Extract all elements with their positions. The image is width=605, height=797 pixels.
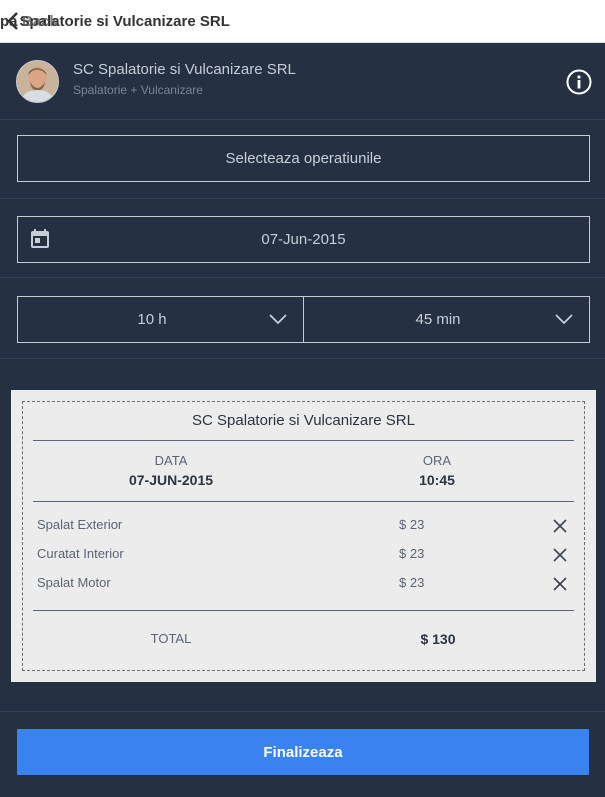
divider — [33, 501, 574, 502]
date-header: DATA — [154, 453, 188, 468]
close-icon[interactable] — [553, 577, 567, 591]
receipt-date: 07-JUN-2015 — [128, 472, 214, 488]
minute-select[interactable]: 45 min — [303, 297, 589, 342]
item-price: $ 23 — [399, 575, 425, 590]
divider — [0, 711, 605, 712]
select-operations-button[interactable]: Selecteaza operatiunile — [17, 135, 590, 182]
date-section: 07-Jun-2015 — [0, 199, 605, 278]
chevron-left-icon[interactable] — [5, 12, 21, 30]
total-label: TOTAL — [150, 631, 192, 646]
total-value: $ 130 — [420, 631, 456, 647]
minute-value: 45 min — [415, 311, 461, 328]
calendar-icon — [31, 229, 49, 248]
chevron-down-icon — [555, 314, 573, 325]
divider — [33, 440, 574, 441]
time-section: 10 h 45 min — [0, 278, 605, 359]
hour-select[interactable]: 10 h — [18, 297, 303, 342]
back-button[interactable]: Back — [22, 13, 58, 30]
close-icon[interactable] — [553, 519, 567, 533]
booking-screen: SC Spalatorie si Vulcanizare SRL Spalato… — [0, 43, 605, 797]
receipt: SC Spalatorie si Vulcanizare SRL DATA 07… — [22, 401, 585, 671]
business-category: Spalatorie + Vulcanizare — [73, 83, 203, 97]
avatar — [16, 60, 59, 103]
list-item: Spalat Motor $ 23 — [23, 573, 584, 597]
time-header: ORA — [422, 453, 452, 468]
info-icon[interactable] — [566, 69, 592, 95]
receipt-card: SC Spalatorie si Vulcanizare SRL DATA 07… — [11, 390, 596, 682]
item-name: Spalat Exterior — [37, 517, 123, 532]
close-icon[interactable] — [553, 548, 567, 562]
business-header: SC Spalatorie si Vulcanizare SRL Spalato… — [0, 43, 605, 120]
finalize-button[interactable]: Finalizeaza — [17, 729, 589, 775]
business-name: SC Spalatorie si Vulcanizare SRL — [73, 61, 296, 78]
item-name: Spalat Motor — [37, 575, 111, 590]
item-price: $ 23 — [399, 546, 425, 561]
avatar-photo — [17, 61, 58, 102]
list-item: Curatat Interior $ 23 — [23, 544, 584, 568]
date-value: 07-Jun-2015 — [261, 231, 346, 248]
operations-section: Selecteaza operatiunile — [0, 120, 605, 199]
select-operations-label: Selecteaza operatiunile — [225, 150, 382, 167]
divider — [33, 610, 574, 611]
item-name: Curatat Interior — [37, 546, 124, 561]
list-item: Spalat Exterior $ 23 — [23, 515, 584, 539]
chevron-down-icon — [269, 314, 287, 325]
time-selects: 10 h 45 min — [17, 296, 590, 343]
receipt-title: SC Spalatorie si Vulcanizare SRL — [192, 412, 415, 429]
title-bar: pa Spalatorie si Vulcanizare SRL Back — [0, 0, 605, 43]
receipt-time: 10:45 — [419, 472, 455, 488]
hour-value: 10 h — [137, 311, 167, 328]
item-price: $ 23 — [399, 517, 425, 532]
date-field[interactable]: 07-Jun-2015 — [17, 216, 590, 263]
